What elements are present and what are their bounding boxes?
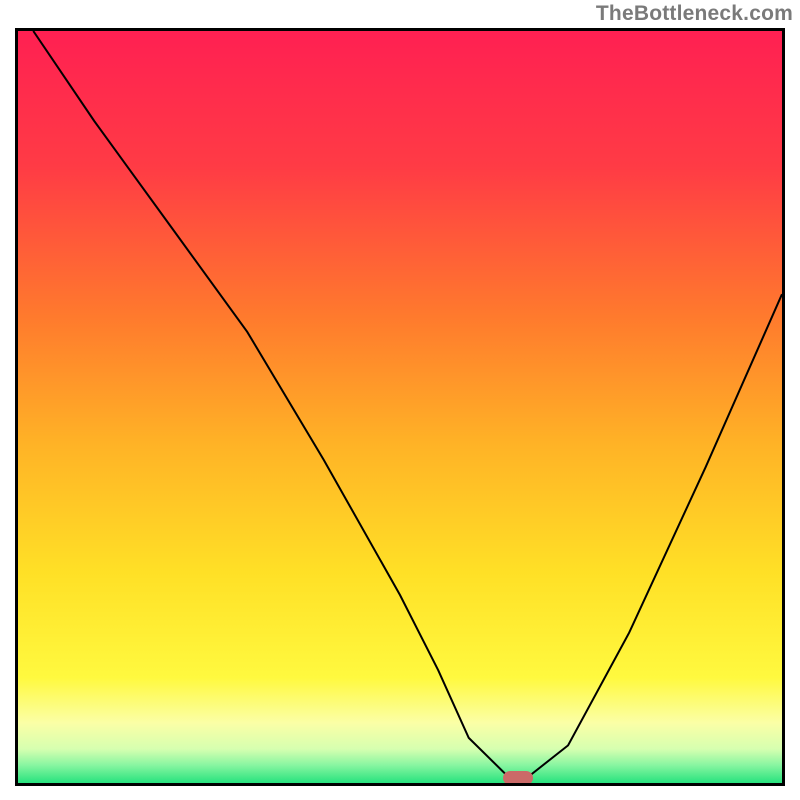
attribution-text: TheBottleneck.com (596, 2, 793, 26)
chart-container: TheBottleneck.com (0, 0, 800, 800)
optimum-marker (503, 771, 533, 785)
plot-area (15, 28, 785, 786)
background-gradient (18, 31, 782, 783)
